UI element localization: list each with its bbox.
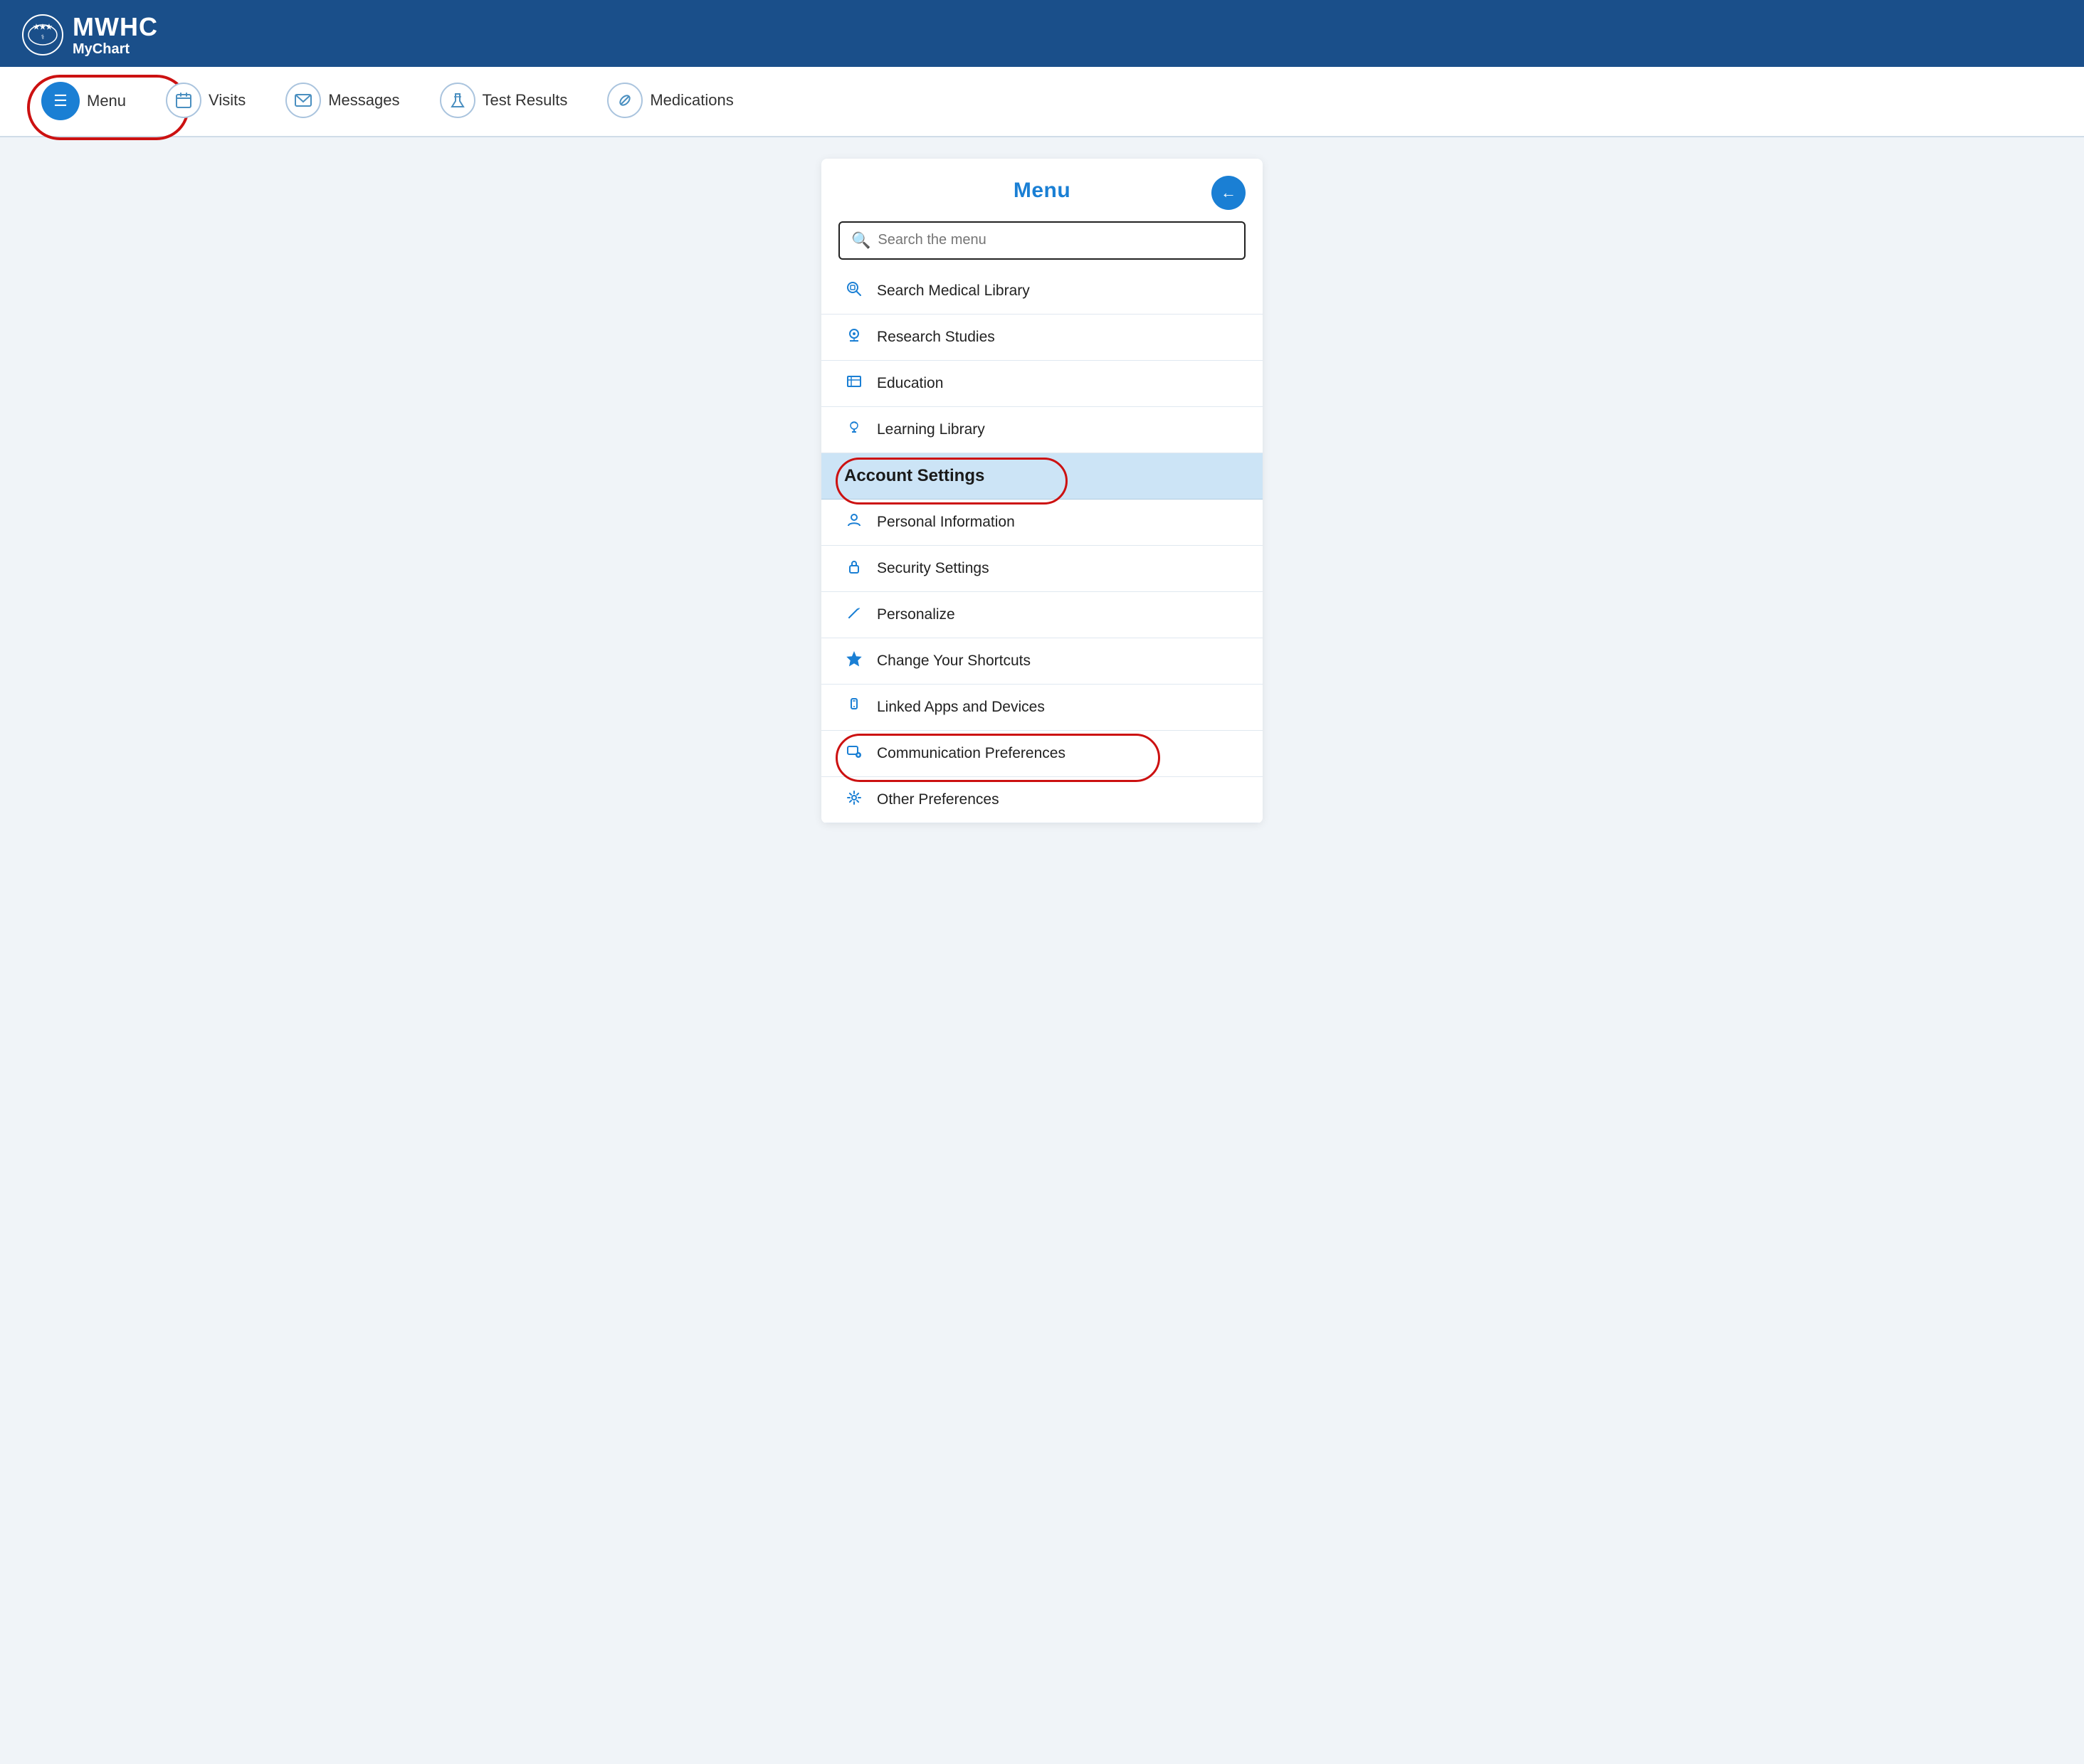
research-studies-label: Research Studies — [877, 329, 995, 346]
education-icon — [844, 374, 864, 394]
medications-label: Medications — [650, 91, 733, 110]
menu-panel: Menu ← 🔍 Search Medical Library — [821, 159, 1263, 823]
logo-mychart: MyChart — [73, 41, 158, 57]
account-settings-header[interactable]: Account Settings — [821, 453, 1263, 500]
personalize-icon — [844, 605, 864, 625]
personal-information-icon — [844, 512, 864, 532]
list-item[interactable]: Security Settings — [821, 546, 1263, 592]
list-item[interactable]: Learning Library — [821, 407, 1263, 453]
linked-apps-icon — [844, 697, 864, 717]
list-item[interactable]: Research Studies — [821, 315, 1263, 361]
logo-mwhc: MWHC — [73, 13, 158, 41]
site-header: ★★★ ⚕ MWHC MyChart — [0, 0, 2084, 67]
personal-information-label: Personal Information — [877, 514, 1015, 531]
list-item[interactable]: Search Medical Library — [821, 268, 1263, 315]
communication-preferences-icon — [844, 744, 864, 764]
change-shortcuts-label: Change Your Shortcuts — [877, 653, 1031, 670]
menu-list: Search Medical Library Research Studies … — [821, 268, 1263, 823]
medications-nav-item[interactable]: Medications — [587, 67, 753, 136]
hamburger-icon: ☰ — [53, 92, 68, 110]
account-settings-label: Account Settings — [844, 466, 984, 486]
menu-icon-button[interactable]: ☰ — [41, 82, 80, 120]
mwhc-logo-icon: ★★★ ⚕ — [21, 14, 64, 56]
list-item[interactable]: Linked Apps and Devices — [821, 685, 1263, 731]
test-results-nav-item[interactable]: Test Results — [420, 67, 588, 136]
menu-nav-item[interactable]: ☰ Menu — [21, 69, 146, 133]
search-input[interactable] — [878, 232, 1233, 248]
menu-label[interactable]: Menu — [87, 92, 126, 110]
search-icon: 🔍 — [851, 231, 870, 250]
main-content: Menu ← 🔍 Search Medical Library — [0, 137, 2084, 845]
list-item[interactable]: Change Your Shortcuts — [821, 638, 1263, 685]
search-box[interactable]: 🔍 — [838, 221, 1246, 260]
communication-preferences-item[interactable]: Communication Preferences — [821, 731, 1263, 777]
logo: ★★★ ⚕ MWHC MyChart — [21, 13, 158, 57]
test-results-icon — [440, 83, 475, 118]
change-shortcuts-icon — [844, 651, 864, 671]
linked-apps-label: Linked Apps and Devices — [877, 699, 1045, 716]
research-studies-icon — [844, 327, 864, 347]
logo-text: MWHC MyChart — [73, 13, 158, 57]
other-preferences-icon — [844, 790, 864, 810]
messages-icon — [285, 83, 321, 118]
test-results-label: Test Results — [483, 91, 568, 110]
back-button[interactable]: ← — [1211, 176, 1246, 210]
list-item[interactable]: Personal Information — [821, 500, 1263, 546]
personalize-label: Personalize — [877, 606, 955, 623]
menu-panel-title: Menu — [1014, 179, 1070, 203]
communication-preferences-label: Communication Preferences — [877, 745, 1065, 762]
svg-text:⚕: ⚕ — [41, 33, 45, 41]
search-medical-library-icon — [844, 281, 864, 301]
visits-nav-item[interactable]: Visits — [146, 67, 265, 136]
education-label: Education — [877, 375, 943, 392]
messages-nav-item[interactable]: Messages — [265, 67, 419, 136]
main-navbar: ☰ Menu Visits Messages Test Results Medi… — [0, 67, 2084, 137]
security-settings-icon — [844, 559, 864, 579]
list-item[interactable]: Education — [821, 361, 1263, 407]
menu-panel-header: Menu ← — [821, 159, 1263, 214]
security-settings-label: Security Settings — [877, 560, 989, 577]
visits-label: Visits — [209, 91, 246, 110]
learning-library-label: Learning Library — [877, 421, 985, 438]
other-preferences-label: Other Preferences — [877, 791, 999, 808]
list-item[interactable]: Personalize — [821, 592, 1263, 638]
back-arrow-icon: ← — [1221, 184, 1236, 202]
visits-icon — [166, 83, 201, 118]
list-item[interactable]: Other Preferences — [821, 777, 1263, 823]
medications-icon — [607, 83, 643, 118]
learning-library-icon — [844, 420, 864, 440]
messages-label: Messages — [328, 91, 399, 110]
search-medical-library-label: Search Medical Library — [877, 282, 1030, 300]
